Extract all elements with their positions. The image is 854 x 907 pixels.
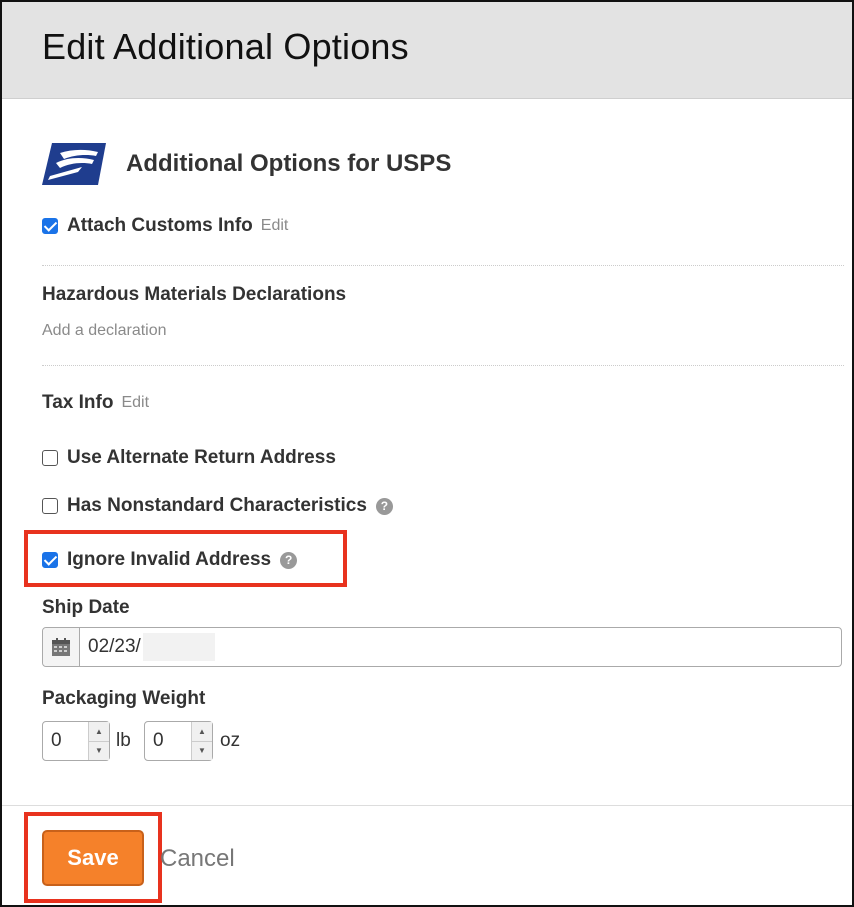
ship-date-value: 02/23/ [88, 636, 141, 657]
lb-decrement-button[interactable]: ▼ [89, 741, 109, 760]
ignore-invalid-checkbox[interactable] [42, 552, 58, 568]
tax-info-row: Tax Info Edit [42, 392, 149, 414]
alternate-return-label: Use Alternate Return Address [67, 447, 336, 468]
packaging-weight-label: Packaging Weight [42, 688, 206, 709]
help-icon[interactable]: ? [375, 497, 393, 515]
dialog-title: Edit Additional Options [42, 26, 409, 67]
redacted-year [142, 633, 215, 661]
weight-lb-value[interactable]: 0 [43, 722, 88, 760]
tax-info-edit-link[interactable]: Edit [121, 394, 149, 412]
carrier-section-title: Additional Options for USPS [126, 150, 452, 177]
attach-customs-checkbox[interactable] [42, 218, 58, 234]
oz-unit-label: oz [220, 730, 241, 751]
lb-increment-button[interactable]: ▲ [89, 722, 109, 742]
weight-oz-value[interactable]: 0 [145, 722, 191, 760]
hazmat-title: Hazardous Materials Declarations [42, 284, 347, 305]
calendar-icon [52, 638, 70, 656]
oz-increment-button[interactable]: ▲ [192, 722, 212, 742]
oz-decrement-button[interactable]: ▼ [192, 741, 212, 760]
edit-options-dialog: Edit Additional Options Additional Optio… [0, 0, 854, 907]
dialog-header: Edit Additional Options [2, 2, 852, 99]
ship-date-label: Ship Date [42, 597, 130, 618]
add-declaration-link[interactable]: Add a declaration [42, 322, 167, 340]
usps-logo-icon [42, 143, 106, 185]
weight-oz-stepper[interactable]: 0 ▲ ▼ [144, 721, 213, 761]
save-button[interactable]: Save [42, 830, 144, 886]
help-icon[interactable]: ? [280, 551, 298, 569]
cancel-button[interactable]: Cancel [160, 845, 235, 873]
nonstandard-label: Has Nonstandard Characteristics [67, 495, 367, 516]
footer-divider [2, 805, 852, 806]
tax-info-label: Tax Info [42, 392, 114, 413]
customs-edit-link[interactable]: Edit [261, 217, 289, 235]
alternate-return-checkbox[interactable] [42, 450, 58, 466]
nonstandard-checkbox[interactable] [42, 498, 58, 514]
section-divider [42, 365, 844, 366]
nonstandard-row: Has Nonstandard Characteristics ? [42, 495, 393, 517]
calendar-icon[interactable] [43, 628, 80, 666]
ship-date-input[interactable]: 02/23/ [42, 627, 842, 667]
section-divider [42, 265, 844, 266]
ignore-invalid-label: Ignore Invalid Address [67, 549, 272, 570]
attach-customs-label: Attach Customs Info [67, 215, 253, 236]
ignore-invalid-row: Ignore Invalid Address ? [42, 549, 298, 571]
lb-unit-label: lb [116, 730, 131, 751]
attach-customs-row: Attach Customs Info Edit [42, 215, 288, 237]
weight-lb-stepper[interactable]: 0 ▲ ▼ [42, 721, 110, 761]
alternate-return-row: Use Alternate Return Address [42, 447, 336, 469]
